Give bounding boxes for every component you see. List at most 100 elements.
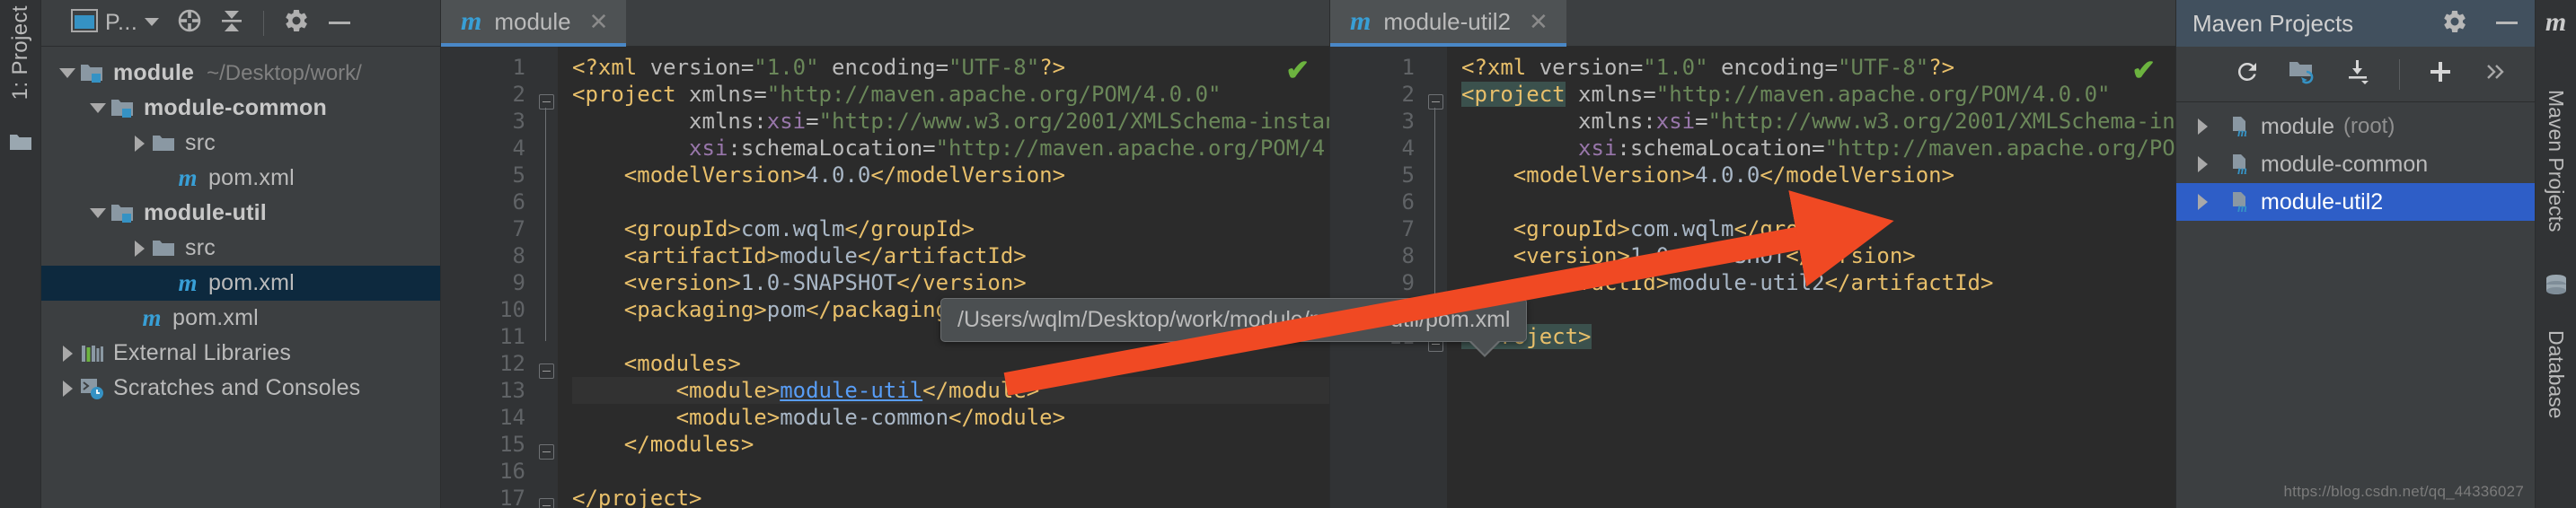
code-line[interactable]: <module>module-util</module> — [572, 377, 1329, 404]
more-actions-button[interactable] — [2468, 52, 2524, 97]
code-line[interactable]: </project> — [572, 485, 1329, 508]
fold-toggle-modules[interactable] — [534, 357, 558, 384]
expand-arrow-icon[interactable] — [56, 62, 79, 85]
code-line[interactable]: <modelVersion>4.0.0</modelVersion> — [572, 162, 1329, 188]
expand-arrow-icon[interactable] — [56, 342, 79, 365]
fold-toggle-project[interactable] — [1424, 88, 1447, 115]
code-token: xsi — [1578, 136, 1618, 161]
module-link[interactable]: module-util — [780, 378, 922, 403]
project-tree[interactable]: module ~/Desktop/work/ module-common src — [41, 47, 440, 508]
maven-projects-tree[interactable]: m module (root) m module-common m module… — [2176, 102, 2535, 508]
maven-item-module-common[interactable]: m module-common — [2176, 145, 2535, 183]
code-line[interactable]: <artifactId>module-util2</artifactId> — [1461, 269, 2175, 296]
code-token: = — [1695, 109, 1708, 134]
expand-arrow-icon[interactable] — [128, 237, 151, 260]
maven-projects-tool-window: Maven Projects m module (root) m module-… — [2175, 0, 2535, 508]
tree-item-pom-common[interactable]: m pom.xml — [41, 161, 440, 196]
code-line[interactable]: xsi:schemaLocation="http://maven.apache.… — [1461, 135, 2175, 162]
code-line[interactable]: <groupId>com.wqlm</groupId> — [572, 215, 1329, 242]
code-line[interactable]: </project> — [1461, 323, 2175, 350]
code-line[interactable]: <modules> — [572, 350, 1329, 377]
code-area-left[interactable]: 1 2 3 4 5 6 7 8 9 10 11 12 13 14 15 16 17 <?xml version=… — [441, 47, 1329, 508]
code-line[interactable]: <artifactId>module</artifactId> — [572, 242, 1329, 269]
tree-item-module-util[interactable]: module-util — [41, 196, 440, 231]
code-line[interactable]: <?xml version="1.0" encoding="UTF-8"?> — [572, 54, 1329, 81]
sidebar-tab-maven-projects[interactable]: Maven Projects — [2544, 90, 2568, 232]
tree-item-src-common[interactable]: src — [41, 126, 440, 161]
code-line[interactable] — [1461, 296, 2175, 323]
gear-icon[interactable] — [2441, 8, 2468, 39]
fold-gutter-right[interactable] — [1424, 47, 1447, 508]
tree-item-src-util[interactable]: src — [41, 231, 440, 266]
hide-project-window-button[interactable] — [318, 5, 361, 41]
code-token: </groupId> — [1734, 216, 1864, 241]
code-line[interactable]: <?xml version="1.0" encoding="UTF-8"?> — [1461, 54, 2175, 81]
project-settings-button[interactable] — [275, 5, 318, 41]
tab-module-util2[interactable]: m module-util2 ✕ — [1330, 0, 1566, 47]
tree-item-module-common[interactable]: module-common — [41, 91, 440, 126]
sidebar-tab-project[interactable]: 1: Project — [8, 5, 33, 112]
expand-arrow-icon[interactable] — [2191, 153, 2214, 176]
code-area-right[interactable]: 1234567891011 <?xml version="1.0" encodi… — [1330, 47, 2175, 508]
expand-arrow-icon[interactable] — [2191, 190, 2214, 214]
maven-item-module-util2[interactable]: m module-util2 — [2176, 183, 2535, 221]
watermark-text: https://blog.csdn.net/qq_44336027 — [2283, 483, 2524, 500]
code-line[interactable]: </modules> — [572, 431, 1329, 458]
expand-arrow-icon[interactable] — [2191, 115, 2214, 138]
tree-item-label: module — [113, 60, 195, 85]
add-button[interactable] — [2413, 52, 2468, 97]
code-token: xsi — [689, 136, 728, 161]
folder-icon[interactable] — [9, 132, 32, 156]
code-text-right[interactable]: <?xml version="1.0" encoding="UTF-8"?> <p… — [1447, 47, 2175, 508]
code-line[interactable]: xmlns:xsi="http://www.w3.org/2001/XMLSch… — [1461, 108, 2175, 135]
code-line[interactable]: <version>1.0-SNAPSHOT</version> — [572, 269, 1329, 296]
fold-toggle-modules-end[interactable] — [534, 438, 558, 465]
code-line[interactable]: xmlns:xsi="http://www.w3.org/2001/XMLSch… — [572, 108, 1329, 135]
tree-item-pom-util[interactable]: m pom.xml — [41, 266, 440, 301]
close-icon[interactable]: ✕ — [589, 10, 609, 33]
tree-item-pom-root[interactable]: m pom.xml — [41, 301, 440, 336]
code-line[interactable]: <project xmlns="http://maven.apache.org/… — [1461, 81, 2175, 108]
maven-file-icon: m — [461, 6, 482, 36]
maven-item-module[interactable]: m module (root) — [2176, 108, 2535, 145]
code-line[interactable]: <groupId>com.wqlm</groupId> — [1461, 215, 2175, 242]
sidebar-tab-database[interactable]: Database — [2544, 330, 2568, 418]
close-icon[interactable]: ✕ — [1529, 10, 1548, 33]
code-line[interactable]: <version>1.0-SNAPSHOT</version> — [1461, 242, 2175, 269]
fold-toggle-project-end[interactable] — [534, 492, 558, 508]
add-maven-project-button[interactable] — [2275, 52, 2331, 97]
inspection-ok-icon[interactable]: ✔ — [2131, 56, 2156, 84]
expand-arrow-icon[interactable] — [86, 202, 110, 225]
download-sources-button[interactable] — [2331, 52, 2386, 97]
code-line[interactable] — [572, 458, 1329, 485]
folder-icon — [151, 133, 178, 154]
code-line[interactable]: <module>module-common</module> — [572, 404, 1329, 431]
project-view-selector[interactable]: P... — [63, 5, 168, 41]
tree-item-label: src — [185, 235, 216, 260]
code-line[interactable]: <modelVersion>4.0.0</modelVersion> — [1461, 162, 2175, 188]
maven-panel-title: Maven Projects — [2192, 9, 2354, 37]
expand-arrow-icon[interactable] — [128, 132, 151, 155]
scroll-from-source-button[interactable] — [168, 5, 211, 41]
expand-arrow-icon[interactable] — [56, 377, 79, 400]
fold-toggle-project[interactable] — [534, 88, 558, 115]
inspection-ok-icon[interactable]: ✔ — [1285, 56, 1310, 84]
tree-item-external-libraries[interactable]: External Libraries — [41, 336, 440, 371]
code-token: <project — [1461, 82, 1566, 107]
code-text-left[interactable]: <?xml version="1.0" encoding="UTF-8"?> <p… — [558, 47, 1329, 508]
tree-item-scratches-and-consoles[interactable]: Scratches and Consoles — [41, 371, 440, 406]
expand-arrow-icon[interactable] — [86, 97, 110, 120]
collapse-all-button[interactable] — [211, 5, 252, 41]
reimport-all-maven-projects-button[interactable] — [2219, 52, 2275, 97]
code-token: <?xml — [572, 55, 650, 80]
code-line[interactable]: xsi:schemaLocation="http://maven.apache.… — [572, 135, 1329, 162]
code-line[interactable]: <project xmlns="http://maven.apache.org/… — [572, 81, 1329, 108]
code-line[interactable] — [572, 188, 1329, 215]
fold-gutter-left[interactable] — [534, 47, 558, 508]
sidebar-tab-database-label: Database — [2545, 329, 2568, 418]
tab-module[interactable]: m module ✕ — [441, 0, 627, 47]
code-line[interactable] — [1461, 188, 2175, 215]
tree-item-module[interactable]: module ~/Desktop/work/ — [41, 56, 440, 91]
minimize-icon[interactable] — [2493, 15, 2520, 31]
